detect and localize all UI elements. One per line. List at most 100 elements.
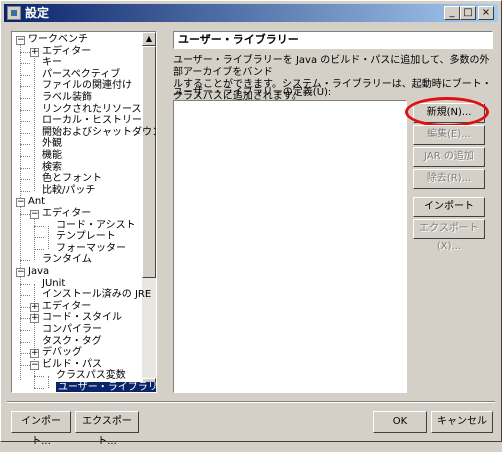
tree-connector-line <box>20 51 30 53</box>
tree-item[interactable]: キー <box>42 57 62 69</box>
tree-collapse-icon[interactable]: − <box>16 36 25 45</box>
tree-item[interactable]: ビルド・パス <box>42 359 102 371</box>
tree-item[interactable]: クラスパス変数 <box>56 370 126 382</box>
tree-item[interactable]: エディター <box>42 301 91 313</box>
tree-connector-line <box>34 283 35 388</box>
tree-item[interactable]: ユーザー・ライブラリー <box>56 382 156 392</box>
ok-button[interactable]: OK <box>373 411 427 433</box>
tree-item[interactable]: ワークベンチ <box>28 34 88 46</box>
tree-item-label: テンプレート <box>56 231 116 243</box>
tree-item[interactable]: JUnit <box>42 278 65 290</box>
tree-expand-icon[interactable]: + <box>30 349 39 359</box>
tree-item[interactable]: テンプレート <box>56 231 116 243</box>
tree-connector-line <box>20 144 30 146</box>
tree-item[interactable]: デバッグ <box>42 347 82 359</box>
tree-connector-line <box>20 98 30 99</box>
tree-item[interactable]: パースペクティブ <box>42 69 120 81</box>
remove-button[interactable]: 除去(R)... <box>413 169 485 189</box>
tree-vertical-scrollbar[interactable]: ▲ ▼ <box>142 32 156 392</box>
tree-connector-line <box>20 318 30 320</box>
tree-item[interactable]: 機能 <box>42 150 62 162</box>
tree-item-label: ユーザー・ライブラリー <box>56 382 156 392</box>
tree-item-label: 外観 <box>42 138 62 150</box>
tree-connector-line <box>20 283 30 285</box>
tree-item-label: 機能 <box>42 150 62 161</box>
tree-item[interactable]: Java <box>28 266 49 278</box>
title-bar[interactable]: 設定 _ □ × <box>4 4 498 22</box>
tree-item[interactable]: 色とフォント <box>42 173 102 185</box>
tree-connector-line <box>34 225 44 227</box>
tree-connector-line <box>20 132 30 134</box>
tree-item-label: パースペクティブ <box>42 68 121 80</box>
tree-collapse-icon[interactable]: − <box>30 210 39 219</box>
tree-item[interactable]: 比較/パッチ <box>42 185 95 197</box>
tree-expand-icon[interactable]: + <box>30 314 39 324</box>
tree-item[interactable]: コード・スタイル <box>42 312 122 324</box>
tree-connector-line <box>20 295 30 297</box>
scrollbar-thumb[interactable] <box>142 46 156 278</box>
tree-item-label: エディター <box>42 45 92 57</box>
tree-connector-line <box>20 364 30 366</box>
definition-label: ユーザー・ライブラリーの定義(U): <box>173 87 332 98</box>
tree-item[interactable]: 検索 <box>42 162 62 174</box>
tree-item-label: デバッグ <box>42 347 82 359</box>
tree-connector-line <box>48 225 49 249</box>
tree-item-label: エディター <box>42 300 92 312</box>
tree-connector-line <box>20 214 30 215</box>
close-button[interactable]: × <box>478 6 494 20</box>
tree-item[interactable]: コンパイラー <box>42 324 102 336</box>
tree-item[interactable]: インストール済みの JRE <box>42 289 151 301</box>
tree-item-label: 開始およびシャットダウン <box>42 126 157 138</box>
window-app-icon <box>7 6 21 20</box>
add-jar-button[interactable]: JAR の追加(J)... <box>413 147 485 180</box>
tree-item[interactable]: ランタイム <box>42 254 92 266</box>
tree-expand-icon[interactable]: + <box>30 47 39 57</box>
tree-item[interactable]: コード・アシスト <box>56 220 136 232</box>
tree-item[interactable]: タスク・タグ <box>42 336 102 348</box>
export-library-button[interactable]: エクスポート(X)... <box>413 219 485 252</box>
tree-item-label: ワークベンチ <box>28 34 88 45</box>
tree-connector-line <box>48 376 49 388</box>
tree-item[interactable]: Ant <box>28 196 45 208</box>
tree-connector-line <box>20 121 30 123</box>
footer-separator <box>7 401 495 403</box>
tree-collapse-icon[interactable]: − <box>16 268 25 277</box>
tree-connector-line <box>20 306 30 308</box>
tree-item-label: 検索 <box>42 161 62 173</box>
tree-item[interactable]: リンクされたリソース <box>42 104 142 116</box>
footer-export-button[interactable]: エクスポート... <box>75 411 139 447</box>
tree-connector-line <box>20 63 30 65</box>
tree-item[interactable]: エディター <box>42 46 91 58</box>
cancel-button[interactable]: キャンセル <box>431 411 493 433</box>
tree-collapse-icon[interactable]: − <box>30 360 39 370</box>
tree-item-label: クラスパス変数 <box>56 370 126 382</box>
preferences-tree[interactable]: ▲ ▼ −ワークベンチ+エディターキーパースペクティブファイルの関連付けラベル装… <box>11 31 157 393</box>
tree-item-label: エディター <box>42 208 92 219</box>
scroll-up-arrow-icon[interactable]: ▲ <box>142 32 156 46</box>
tree-item-label: インストール済みの JRE <box>42 289 152 301</box>
tree-item[interactable]: ローカル・ヒストリー <box>42 115 142 127</box>
edit-button[interactable]: 編集(E)... <box>413 125 485 145</box>
window-title: 設定 <box>25 6 50 20</box>
tree-item[interactable]: フォーマッター <box>56 243 126 255</box>
tree-item[interactable]: ラベル装飾 <box>42 92 92 104</box>
tree-collapse-icon[interactable]: − <box>16 198 25 208</box>
user-library-list[interactable] <box>173 100 407 393</box>
tree-connector-line <box>20 330 30 331</box>
tree-item[interactable]: エディター <box>42 208 91 220</box>
tree-connector-line <box>20 86 30 88</box>
footer-import-button[interactable]: インポート... <box>11 411 71 447</box>
tree-item[interactable]: 開始およびシャットダウン <box>42 126 157 139</box>
import-library-button[interactable]: インポート(M)... <box>413 197 485 230</box>
tree-connector-line <box>20 190 30 192</box>
tree-item-label: ローカル・ヒストリー <box>42 115 142 127</box>
tree-connector-line <box>20 260 30 262</box>
minimize-button[interactable]: _ <box>444 6 460 20</box>
panel-title: ユーザー・ライブラリー <box>173 31 493 49</box>
tree-item-label: リンクされたリソース <box>42 103 142 115</box>
tree-item[interactable]: 外観 <box>42 138 62 150</box>
maximize-button[interactable]: □ <box>460 6 476 20</box>
tree-expand-icon[interactable]: + <box>30 302 39 312</box>
tree-item[interactable]: ファイルの関連付け <box>42 80 132 92</box>
tree-connector-line <box>34 248 44 250</box>
